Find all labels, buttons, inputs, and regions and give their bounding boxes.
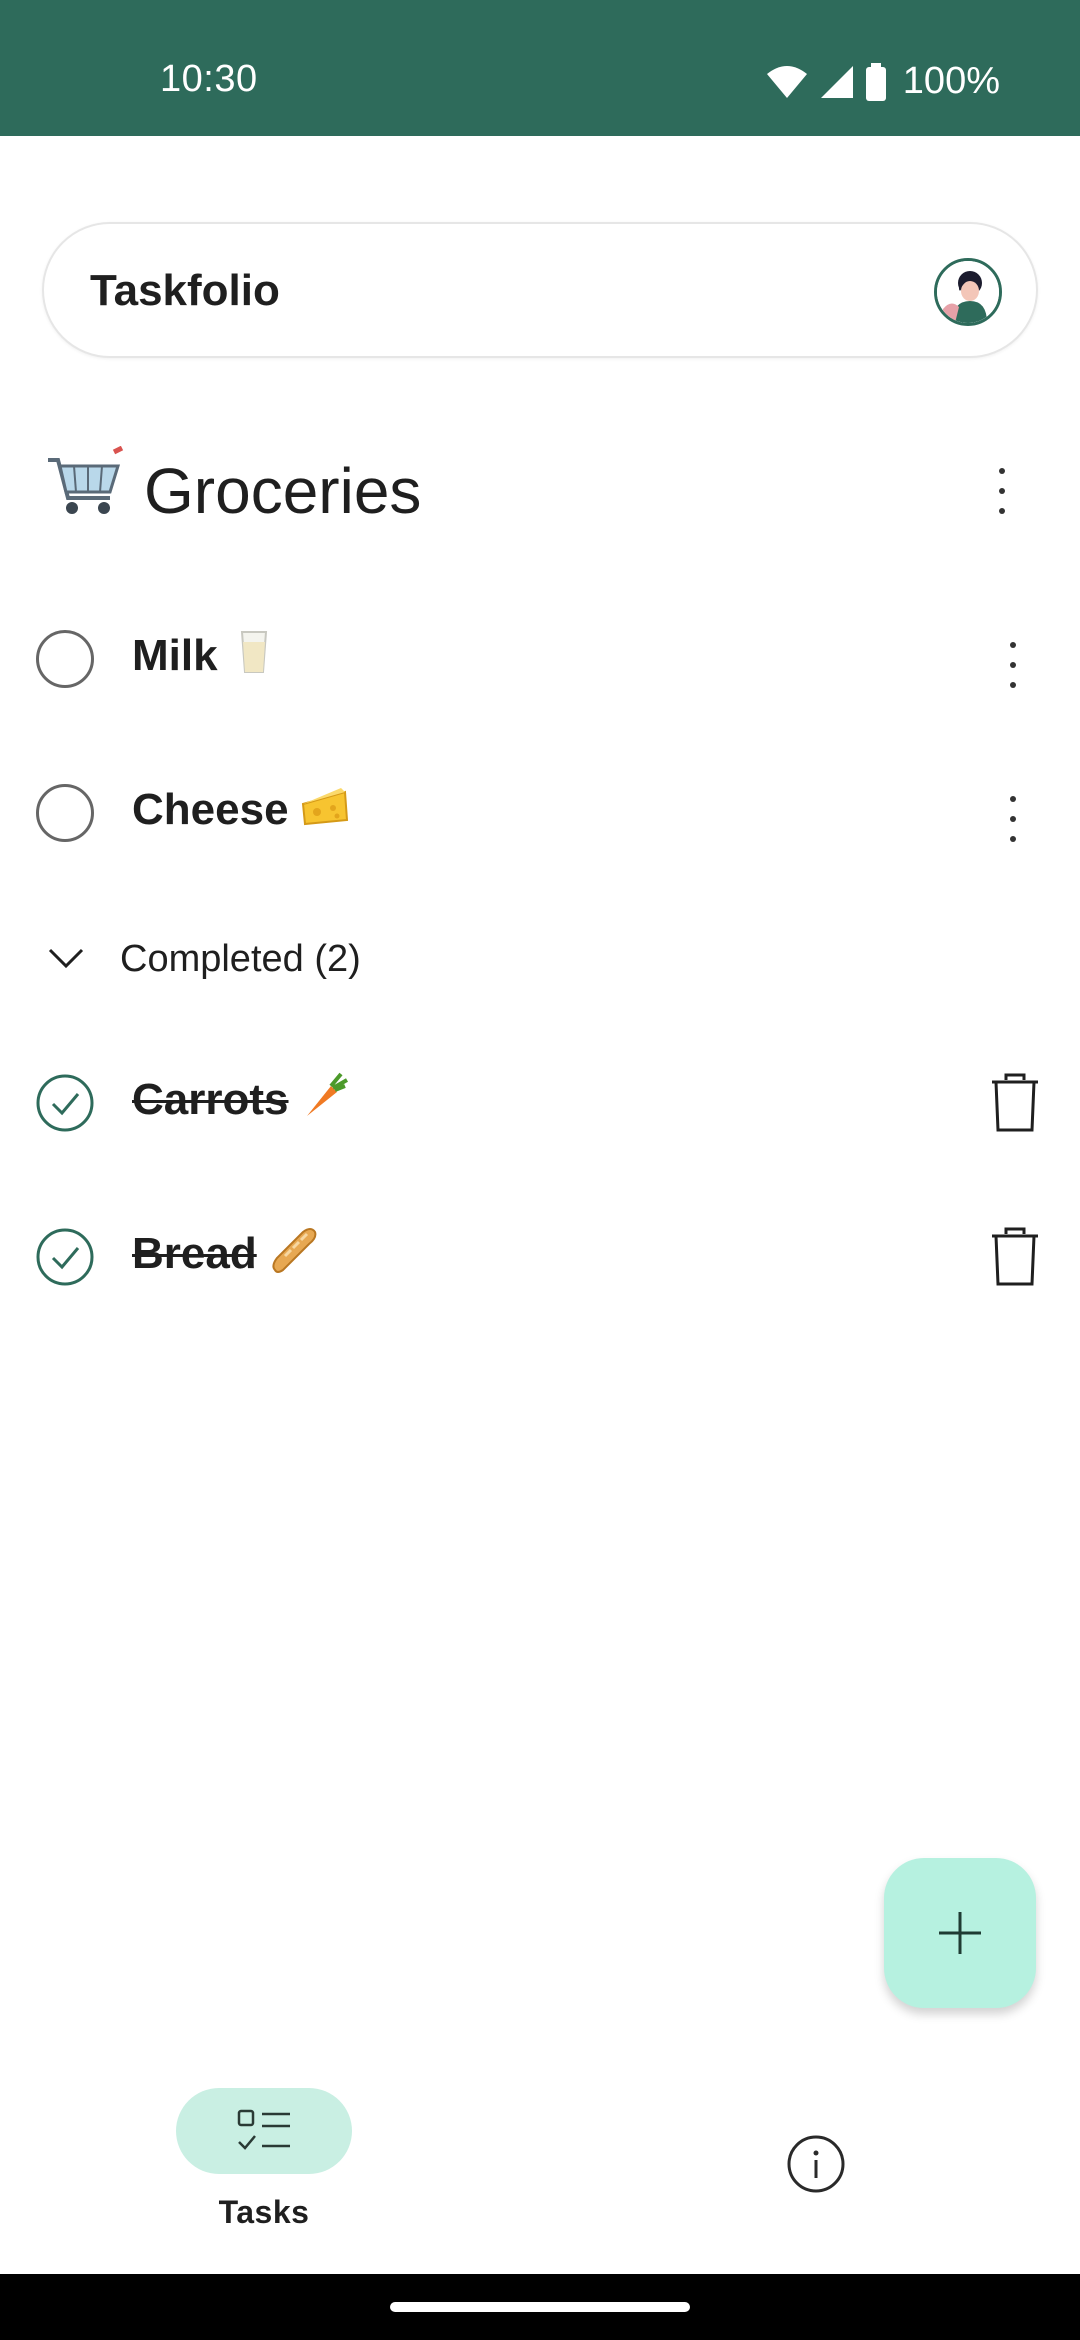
completed-task-row: Carrots xyxy=(0,1048,1080,1168)
completed-task-row: Bread xyxy=(0,1202,1080,1322)
task-more-options-icon[interactable] xyxy=(1003,790,1023,850)
task-row: Cheese xyxy=(0,758,1080,878)
home-gesture-handle[interactable] xyxy=(390,2302,690,2312)
completed-section-label: Completed (2) xyxy=(120,938,361,980)
completed-task-label[interactable]: Carrots xyxy=(132,1072,349,1125)
shopping-cart-icon xyxy=(48,446,124,514)
checklist-icon xyxy=(237,2109,290,2150)
chevron-down-icon xyxy=(48,948,84,969)
cellular-signal-icon xyxy=(820,65,853,98)
task-checked-icon[interactable] xyxy=(36,1074,94,1132)
task-label[interactable]: Milk xyxy=(132,628,278,681)
task-more-options-icon[interactable] xyxy=(1003,636,1023,696)
system-gesture-bar xyxy=(0,2274,1080,2340)
user-avatar-icon[interactable] xyxy=(934,258,1002,326)
delete-trash-icon[interactable] xyxy=(990,1226,1040,1288)
completed-task-label[interactable]: Bread xyxy=(132,1226,317,1279)
plus-icon xyxy=(939,1912,981,1954)
info-icon[interactable] xyxy=(786,2134,846,2194)
app-search-bar[interactable]: Taskfolio xyxy=(42,222,1038,358)
task-checkbox[interactable] xyxy=(36,784,94,842)
battery-icon xyxy=(865,62,886,101)
add-task-button[interactable] xyxy=(884,1858,1036,2008)
delete-trash-icon[interactable] xyxy=(990,1072,1040,1134)
cheese-icon xyxy=(301,788,348,826)
list-header: Groceries xyxy=(44,442,1044,542)
app-title: Taskfolio xyxy=(90,266,280,315)
nav-tasks-label: Tasks xyxy=(218,2194,310,2230)
status-icons: 100% xyxy=(765,60,1000,103)
list-title: Groceries xyxy=(144,455,422,527)
carrot-icon xyxy=(306,1072,348,1116)
milk-glass-icon xyxy=(240,631,267,673)
task-checkbox[interactable] xyxy=(36,630,94,688)
status-bar: 10:30 100% xyxy=(0,0,1080,136)
list-more-options-icon[interactable] xyxy=(992,462,1012,522)
task-row: Milk xyxy=(0,604,1080,724)
bottom-navigation: Tasks xyxy=(0,2060,1080,2274)
wifi-icon xyxy=(766,65,807,98)
nav-tasks-button[interactable] xyxy=(176,2088,352,2174)
baguette-icon xyxy=(272,1228,317,1273)
battery-percentage: 100% xyxy=(902,60,1000,102)
completed-section-toggle[interactable]: Completed (2) xyxy=(0,914,1080,1004)
status-time: 10:30 xyxy=(160,58,258,100)
task-label[interactable]: Cheese xyxy=(132,782,349,835)
task-checked-icon[interactable] xyxy=(36,1228,94,1286)
